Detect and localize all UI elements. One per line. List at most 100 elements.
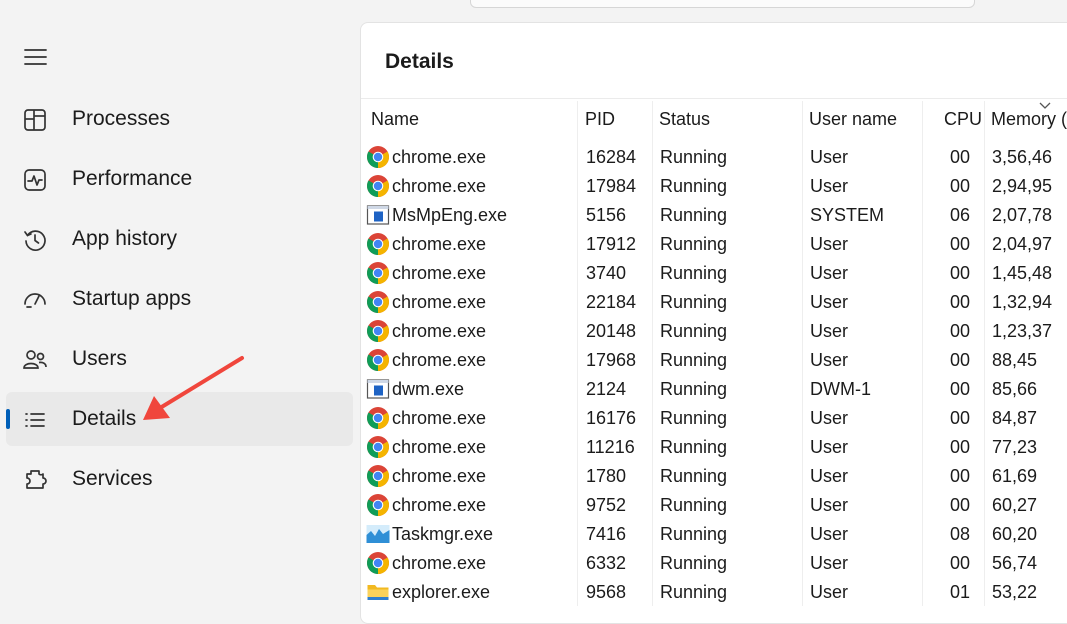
process-pid: 9752: [586, 495, 627, 515]
process-pid: 16176: [586, 408, 637, 428]
process-status: Running: [660, 408, 728, 428]
table-row[interactable]: explorer.exe 9568 Running User 01 53,22: [361, 578, 1067, 607]
table-row[interactable]: chrome.exe 20148 Running User 00 1,23,37: [361, 317, 1067, 346]
process-user-name: User: [810, 524, 849, 544]
table-row[interactable]: MsMpEng.exe 5156 Running SYSTEM 06 2,07,78: [361, 201, 1067, 230]
sidebar-item-label: Processes: [72, 107, 171, 130]
process-pid: 17968: [586, 350, 637, 370]
process-status: Running: [660, 205, 728, 225]
process-status: Running: [660, 350, 728, 370]
column-header-status[interactable]: Status: [659, 108, 710, 130]
process-cpu: 00: [950, 408, 971, 428]
process-status: Running: [660, 582, 728, 602]
process-pid: 7416: [586, 524, 627, 544]
process-cpu: 00: [950, 292, 971, 312]
process-pid: 6332: [586, 553, 627, 573]
process-user-name: User: [810, 582, 849, 602]
table-row[interactable]: chrome.exe 9752 Running User 00 60,27: [361, 491, 1067, 520]
table-row[interactable]: chrome.exe 1780 Running User 00 61,69: [361, 462, 1067, 491]
process-user-name: User: [810, 234, 849, 254]
process-pid: 22184: [586, 292, 637, 312]
process-name: chrome.exe: [392, 147, 487, 167]
process-user-name: User: [810, 466, 849, 486]
process-status: Running: [660, 524, 728, 544]
process-name: chrome.exe: [392, 350, 487, 370]
process-name: chrome.exe: [392, 553, 487, 573]
process-name: explorer.exe: [392, 582, 491, 602]
column-header-name[interactable]: Name: [371, 108, 419, 130]
process-cpu: 00: [950, 176, 971, 196]
process-memory: 3,56,46: [992, 147, 1053, 167]
process-status: Running: [660, 379, 728, 399]
process-cpu: 00: [950, 321, 971, 341]
sidebar-item-processes[interactable]: Processes: [6, 92, 353, 146]
sidebar-item-services[interactable]: Services: [6, 452, 353, 506]
chrome-icon: [366, 464, 390, 488]
process-cpu: 01: [950, 582, 971, 602]
process-name: Taskmgr.exe: [392, 524, 494, 544]
process-status: Running: [660, 176, 728, 196]
process-name: chrome.exe: [392, 495, 487, 515]
column-header-pid[interactable]: PID: [585, 108, 615, 130]
process-cpu: 06: [950, 205, 971, 225]
sort-descending-icon[interactable]: [1039, 97, 1051, 115]
column-header-memory[interactable]: Memory (: [991, 108, 1067, 130]
process-status: Running: [660, 147, 728, 167]
sidebar-item-label: Details: [72, 407, 137, 430]
table-row[interactable]: chrome.exe 16176 Running User 00 84,87: [361, 404, 1067, 433]
process-cpu: 00: [950, 466, 971, 486]
sidebar-item-startup-apps[interactable]: Startup apps: [6, 272, 353, 326]
table-row[interactable]: Taskmgr.exe 7416 Running User 08 60,20: [361, 520, 1067, 549]
process-status: Running: [660, 321, 728, 341]
process-pid: 9568: [586, 582, 627, 602]
process-user-name: User: [810, 292, 849, 312]
process-pid: 16284: [586, 147, 637, 167]
sidebar-item-app-history[interactable]: App history: [6, 212, 353, 266]
process-memory: 2,07,78: [992, 205, 1053, 225]
hamburger-menu-icon[interactable]: [24, 47, 48, 67]
table-row[interactable]: dwm.exe 2124 Running DWM-1 00 85,66: [361, 375, 1067, 404]
process-memory: 61,69: [992, 466, 1038, 486]
process-memory: 1,45,48: [992, 263, 1053, 283]
process-cpu: 00: [950, 553, 971, 573]
process-memory: 56,74: [992, 553, 1038, 573]
process-pid: 11216: [586, 437, 635, 457]
process-status: Running: [660, 437, 728, 457]
sidebar-item-performance[interactable]: Performance: [6, 152, 353, 206]
process-pid: 5156: [586, 205, 627, 225]
process-memory: 2,04,97: [992, 234, 1053, 254]
sidebar-item-users[interactable]: Users: [6, 332, 353, 386]
process-cpu: 08: [950, 524, 971, 544]
column-header-cpu[interactable]: CPU: [944, 108, 982, 130]
process-memory: 85,66: [992, 379, 1038, 399]
process-user-name: User: [810, 495, 849, 515]
table-row[interactable]: chrome.exe 16284 Running User 00 3,56,46: [361, 143, 1067, 172]
column-header-user-name[interactable]: User name: [809, 108, 897, 130]
process-user-name: User: [810, 350, 849, 370]
table-row[interactable]: chrome.exe 17984 Running User 00 2,94,95: [361, 172, 1067, 201]
chrome-icon: [366, 406, 390, 430]
app-window-icon: [366, 203, 390, 227]
process-memory: 60,20: [992, 524, 1038, 544]
table-row[interactable]: chrome.exe 22184 Running User 00 1,32,94: [361, 288, 1067, 317]
sidebar-item-details[interactable]: Details: [6, 392, 353, 446]
process-user-name: User: [810, 263, 849, 283]
process-memory: 1,32,94: [992, 292, 1053, 312]
table-row[interactable]: chrome.exe 11216 Running User 00 77,23: [361, 433, 1067, 462]
process-pid: 2124: [586, 379, 627, 399]
table-row[interactable]: chrome.exe 3740 Running User 00 1,45,48: [361, 259, 1067, 288]
chrome-icon: [366, 493, 390, 517]
page-title: Details: [385, 50, 454, 73]
process-name: chrome.exe: [392, 408, 487, 428]
process-cpu: 00: [950, 495, 971, 515]
services-icon: [22, 467, 48, 493]
process-cpu: 00: [950, 263, 971, 283]
process-pid: 17912: [586, 234, 637, 254]
table-row[interactable]: chrome.exe 17912 Running User 00 2,04,97: [361, 230, 1067, 259]
search-box[interactable]: [470, 0, 975, 8]
details-icon: [22, 407, 48, 433]
process-name: MsMpEng.exe: [392, 205, 508, 225]
process-memory: 2,94,95: [992, 176, 1053, 196]
table-row[interactable]: chrome.exe 17968 Running User 00 88,45: [361, 346, 1067, 375]
table-row[interactable]: chrome.exe 6332 Running User 00 56,74: [361, 549, 1067, 578]
